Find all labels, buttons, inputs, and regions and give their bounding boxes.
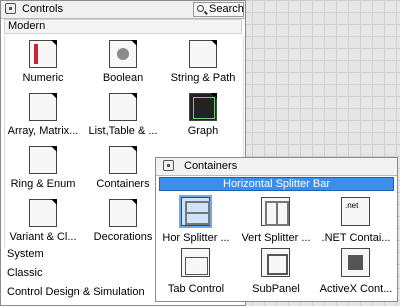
palette-item-ring-enum[interactable]: Ring & Enum xyxy=(5,142,81,195)
dotnet-container-icon xyxy=(341,197,370,226)
palette-item-label: Numeric xyxy=(22,72,64,84)
subitem-label: .NET Contai... xyxy=(321,232,391,244)
graph-icon xyxy=(189,93,217,121)
section-header-modern[interactable]: Modern xyxy=(4,19,242,34)
palette-item-string-path[interactable]: String & Path xyxy=(165,36,241,89)
subitem-dotnet-container[interactable]: .NET Contai... xyxy=(316,193,396,249)
boolean-control-icon xyxy=(109,40,137,68)
subpalette-title: Containers xyxy=(184,160,238,172)
palette-item-label: Containers xyxy=(96,178,150,190)
palette-item-containers[interactable]: Containers xyxy=(85,142,161,195)
palette-item-label: Boolean xyxy=(102,72,144,84)
palette-item-label: Decorations xyxy=(93,231,153,243)
subpanel-icon xyxy=(261,248,290,277)
palette-item-label: Variant & Cl... xyxy=(9,231,77,243)
category-control-design-simulation[interactable]: Control Design & Simulation xyxy=(7,286,145,298)
search-icon xyxy=(197,5,204,12)
pin-icon[interactable] xyxy=(163,160,174,171)
subitem-tab-control[interactable]: Tab Control xyxy=(156,244,236,300)
palette-item-label: String & Path xyxy=(170,72,236,84)
subitem-label: Hor Splitter ... xyxy=(162,232,230,244)
palette-item-variant-class[interactable]: Variant & Cl... xyxy=(5,195,81,248)
subpalette-titlebar[interactable]: Containers xyxy=(156,158,397,176)
palette-item-label: List,Table & ... xyxy=(88,125,158,137)
palette-item-numeric[interactable]: Numeric xyxy=(5,36,81,89)
numeric-control-icon xyxy=(29,40,57,68)
palette-titlebar[interactable]: Controls Search xyxy=(1,1,245,19)
palette-title: Controls xyxy=(22,3,63,15)
containers-icon xyxy=(109,146,137,174)
palette-item-label: Array, Matrix... xyxy=(7,125,79,137)
section-label: Modern xyxy=(8,20,46,32)
decorations-icon xyxy=(109,199,137,227)
activex-container-icon xyxy=(341,248,370,277)
subitem-subpanel[interactable]: SubPanel xyxy=(236,244,316,300)
horizontal-splitter-icon xyxy=(179,195,212,228)
array-matrix-icon xyxy=(29,93,57,121)
pin-icon[interactable] xyxy=(5,3,16,14)
ring-enum-icon xyxy=(29,146,57,174)
search-label: Search xyxy=(209,3,244,15)
subitem-activex-container[interactable]: ActiveX Cont... xyxy=(316,244,396,300)
palette-item-decorations[interactable]: Decorations xyxy=(85,195,161,248)
palette-item-boolean[interactable]: Boolean xyxy=(85,36,161,89)
palette-item-label: Graph xyxy=(187,125,219,137)
variant-class-icon xyxy=(29,199,57,227)
list-table-icon xyxy=(109,93,137,121)
vertical-splitter-icon xyxy=(261,197,290,226)
search-button[interactable]: Search xyxy=(193,2,244,17)
palette-item-graph[interactable]: Graph xyxy=(165,89,241,142)
string-path-icon xyxy=(189,40,217,68)
subitem-label: Tab Control xyxy=(167,283,225,295)
category-classic[interactable]: Classic xyxy=(7,267,42,279)
palette-item-array-matrix[interactable]: Array, Matrix... xyxy=(5,89,81,142)
subitem-horizontal-splitter[interactable]: Hor Splitter ... xyxy=(156,193,236,249)
subitem-label: ActiveX Cont... xyxy=(319,283,393,295)
containers-subpalette: Containers Horizontal Splitter Bar Hor S… xyxy=(155,157,398,302)
palette-item-label: Ring & Enum xyxy=(10,178,76,190)
category-system[interactable]: System xyxy=(7,248,44,260)
subitem-label: Vert Splitter ... xyxy=(241,232,311,244)
tab-control-icon xyxy=(181,248,210,277)
subitem-vertical-splitter[interactable]: Vert Splitter ... xyxy=(236,193,316,249)
tooltip: Horizontal Splitter Bar xyxy=(159,177,394,191)
palette-item-list-table[interactable]: List,Table & ... xyxy=(85,89,161,142)
subitem-label: SubPanel xyxy=(252,283,300,295)
